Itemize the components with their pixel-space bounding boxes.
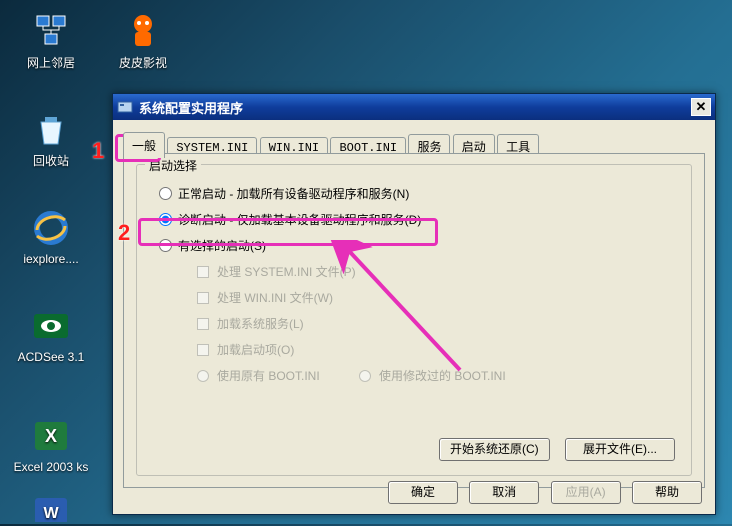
radio-label: 有选择的启动(S) xyxy=(178,237,266,254)
desktop-icon-label: 网上邻居 xyxy=(6,56,96,70)
desktop-icon-network[interactable]: 网上邻居 xyxy=(6,12,96,70)
expand-file-button[interactable]: 展开文件(E)... xyxy=(565,438,675,461)
acdsee-icon xyxy=(31,306,71,346)
desktop-icon-word[interactable]: W xyxy=(6,498,96,526)
svg-text:W: W xyxy=(43,505,59,522)
group-legend: 启动选择 xyxy=(145,157,201,174)
tab-panel-general: 启动选择 正常启动 - 加载所有设备驱动程序和服务(N) 诊断启动 - 仅加载基… xyxy=(123,153,705,488)
close-icon: ✕ xyxy=(696,99,707,115)
network-places-icon xyxy=(31,12,71,52)
dialog-button-row: 确定 取消 应用(A) 帮助 xyxy=(380,481,702,504)
startup-selection-group: 启动选择 正常启动 - 加载所有设备驱动程序和服务(N) 诊断启动 - 仅加载基… xyxy=(136,164,692,476)
help-button[interactable]: 帮助 xyxy=(632,481,702,504)
radio-label: 正常启动 - 加载所有设备驱动程序和服务(N) xyxy=(178,185,409,202)
word-icon: W xyxy=(31,498,71,522)
desktop-icon-label: 回收站 xyxy=(6,154,96,168)
radio-normal-input[interactable] xyxy=(159,187,172,200)
cancel-button[interactable]: 取消 xyxy=(469,481,539,504)
desktop-icon-pipi[interactable]: 皮皮影视 xyxy=(98,12,188,70)
desktop-icon-recyclebin[interactable]: 回收站 xyxy=(6,110,96,168)
radio-diagnostic-input[interactable] xyxy=(159,213,172,226)
title-bar[interactable]: 系统配置实用程序 ✕ xyxy=(113,94,715,120)
desktop-icon-acdsee[interactable]: ACDSee 3.1 xyxy=(6,306,96,364)
excel-icon: X xyxy=(31,416,71,456)
desktop-icon-label: Excel 2003 ks xyxy=(6,460,96,474)
radio-selective-startup[interactable]: 有选择的启动(S) xyxy=(159,237,266,254)
desktop-icon-label: 皮皮影视 xyxy=(98,56,188,70)
radio-use-original-bootini: 使用原有 BOOT.INI xyxy=(197,367,320,384)
desktop-icon-label: ACDSee 3.1 xyxy=(6,350,96,364)
system-restore-button[interactable]: 开始系统还原(C) xyxy=(439,438,550,461)
recycle-bin-icon xyxy=(31,110,71,150)
pipi-icon xyxy=(123,12,163,52)
client-area: 一般 SYSTEM.INI WIN.INI BOOT.INI 服务 启动 工具 … xyxy=(116,123,712,511)
close-button[interactable]: ✕ xyxy=(691,98,711,116)
radio-selective-input[interactable] xyxy=(159,239,172,252)
desktop-icon-excel[interactable]: X Excel 2003 ks xyxy=(6,416,96,474)
radio-label: 诊断启动 - 仅加载基本设备驱动程序和服务(D) xyxy=(178,211,421,228)
check-system-ini: 处理 SYSTEM.INI 文件(P) xyxy=(197,263,356,280)
ok-button[interactable]: 确定 xyxy=(388,481,458,504)
app-icon xyxy=(117,99,133,115)
radio-use-modified-bootini: 使用修改过的 BOOT.INI xyxy=(359,367,506,384)
radio-diagnostic-startup[interactable]: 诊断启动 - 仅加载基本设备驱动程序和服务(D) xyxy=(159,211,421,228)
radio-normal-startup[interactable]: 正常启动 - 加载所有设备驱动程序和服务(N) xyxy=(159,185,409,202)
inner-button-row: 开始系统还原(C) 展开文件(E)... xyxy=(427,438,675,461)
desktop-icon-ie[interactable]: iexplore.... xyxy=(6,208,96,266)
desktop-icon-label: iexplore.... xyxy=(6,252,96,266)
svg-text:X: X xyxy=(45,426,57,446)
check-win-ini: 处理 WIN.INI 文件(W) xyxy=(197,289,333,306)
msconfig-window: 系统配置实用程序 ✕ 一般 SYSTEM.INI WIN.INI BOOT.IN… xyxy=(112,93,716,515)
ie-icon xyxy=(31,208,71,248)
tab-general[interactable]: 一般 xyxy=(123,132,165,158)
apply-button[interactable]: 应用(A) xyxy=(551,481,621,504)
window-title: 系统配置实用程序 xyxy=(139,98,691,117)
check-startup: 加载启动项(O) xyxy=(197,341,294,358)
check-services: 加载系统服务(L) xyxy=(197,315,304,332)
